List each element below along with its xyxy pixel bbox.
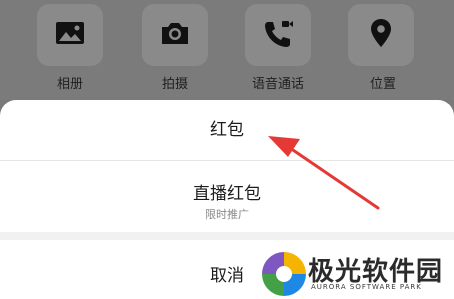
live-red-packet-option[interactable]: 直播红包 限时推广 — [0, 161, 454, 232]
camera-icon — [159, 20, 191, 50]
phone-call-icon — [262, 18, 294, 52]
voice-call-label: 语音通话 — [251, 77, 304, 92]
watermark-logo: 极光软件园 AURORA SOFTWARE PARK — [258, 248, 454, 299]
watermark-subtitle: AURORA SOFTWARE PARK — [311, 283, 422, 291]
voice-call-button[interactable] — [245, 4, 311, 66]
red-packet-label: 红包 — [210, 120, 244, 140]
camera-label: 拍摄 — [161, 77, 188, 92]
attachment-toolbar: 相册 拍摄 语音通话 位置 — [0, 0, 454, 100]
live-red-packet-label: 直播红包 — [193, 184, 261, 204]
image-icon — [54, 20, 86, 50]
live-red-packet-sublabel: 限时推广 — [205, 208, 249, 221]
photo-album-button[interactable] — [37, 4, 103, 66]
location-label: 位置 — [369, 77, 396, 92]
aurora-logo-icon — [262, 252, 306, 296]
location-pin-icon — [368, 17, 394, 53]
photo-album-label: 相册 — [56, 77, 83, 92]
section-divider — [0, 232, 454, 240]
cancel-label: 取消 — [210, 266, 244, 286]
camera-button[interactable] — [142, 4, 208, 66]
location-button[interactable] — [348, 4, 414, 66]
red-packet-option[interactable]: 红包 — [0, 100, 454, 160]
